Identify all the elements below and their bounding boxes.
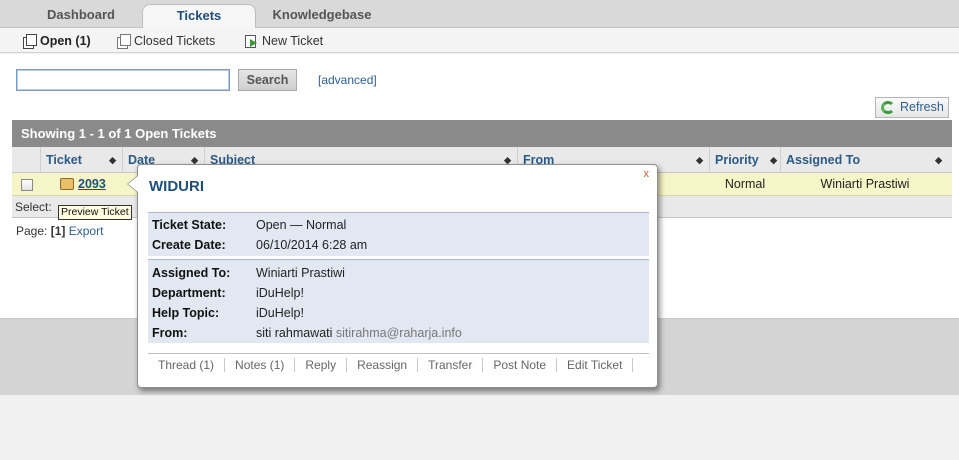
edit-ticket-link[interactable]: Edit Ticket [557,357,634,372]
sort-icon: ◆ [935,155,942,165]
help-topic-label: Help Topic: [152,306,220,320]
help-topic-value: iDuHelp! [256,306,304,320]
tab-knowledgebase[interactable]: Knowledgebase [262,4,382,28]
new-ticket-label: New Ticket [262,34,324,48]
department-value: iDuHelp! [256,286,304,300]
refresh-icon [881,101,895,114]
new-ticket-link[interactable]: New Ticket [244,33,323,49]
assignment-info-box: Assigned To: Winiarti Prastiwi Departmen… [148,259,649,343]
popup-pointer [127,175,138,193]
reply-link[interactable]: Reply [295,357,348,372]
open-tickets-link[interactable]: Open (1) [22,33,91,49]
post-note-link[interactable]: Post Note [483,357,558,372]
popup-title: WIDURI [149,178,204,195]
current-page[interactable]: [1] [51,224,66,238]
column-ticket-label: Ticket [46,153,82,167]
sort-icon: ◆ [696,155,703,165]
closed-tickets-icon [116,34,131,49]
showing-summary: Showing 1 - 1 of 1 Open Tickets [12,120,952,147]
ticket-preview-popup: x WIDURI Ticket State: Open — Normal Cre… [127,164,658,388]
sort-icon: ◆ [109,155,116,165]
advanced-search-link[interactable]: [advanced] [318,73,377,87]
select-label: Select: [15,200,52,214]
ticket-priority: Normal [724,177,766,191]
page-label: Page: [16,224,48,238]
sub-nav: Open (1) Closed Tickets New Ticket [0,28,959,53]
create-date-label: Create Date: [152,238,226,252]
notes-link[interactable]: Notes (1) [225,357,296,372]
ticket-info-box: Ticket State: Open — Normal Create Date:… [148,212,649,256]
assigned-value: Winiarti Prastiwi [256,266,345,280]
top-nav: Dashboard Tickets Knowledgebase [0,0,959,29]
closed-tickets-label: Closed Tickets [134,34,216,48]
from-email: sitirahma@raharja.info [335,326,462,340]
close-icon[interactable]: x [644,168,650,180]
thread-link[interactable]: Thread (1) [148,357,226,372]
tab-tickets[interactable]: Tickets [142,4,256,29]
column-priority-label: Priority [715,153,759,167]
pagination: Page: [1] Export [16,224,103,238]
open-tickets-label: Open (1) [40,34,91,48]
refresh-label: Refresh [900,100,944,114]
closed-tickets-link[interactable]: Closed Tickets [116,33,215,49]
export-link[interactable]: Export [69,224,104,238]
ticket-number-link[interactable]: 2093 [78,173,106,196]
column-assigned[interactable]: Assigned To ◆ [780,147,948,173]
row-checkbox[interactable] [21,179,33,191]
refresh-button[interactable]: Refresh [875,97,949,118]
from-label: From: [152,326,188,340]
sort-icon: ◆ [770,155,777,165]
search-input[interactable] [16,69,230,91]
tab-dashboard[interactable]: Dashboard [25,4,137,28]
popup-actions: Thread (1) Notes (1) Reply Reassign Tran… [148,353,649,375]
column-assigned-label: Assigned To [786,153,861,167]
department-label: Department: [152,286,226,300]
ticket-state-value: Open — Normal [256,218,347,232]
new-ticket-icon [244,34,258,48]
column-priority[interactable]: Priority ◆ [709,147,780,173]
ticket-state-label: Ticket State: [152,218,227,232]
assigned-label: Assigned To: [152,266,231,280]
reassign-link[interactable]: Reassign [347,357,419,372]
preview-tooltip: Preview Ticket [58,205,132,220]
search-button[interactable]: Search [238,69,297,91]
from-name: siti rahmawati [256,326,333,340]
open-tickets-icon [22,34,37,49]
ticket-assigned: Winiarti Prastiwi [820,177,910,191]
create-date-value: 06/10/2014 6:28 am [256,238,368,252]
ticket-icon [60,178,74,190]
from-value: siti rahmawati sitirahma@raharja.info [256,323,462,343]
column-ticket[interactable]: Ticket ◆ [40,147,122,173]
transfer-link[interactable]: Transfer [418,357,484,372]
